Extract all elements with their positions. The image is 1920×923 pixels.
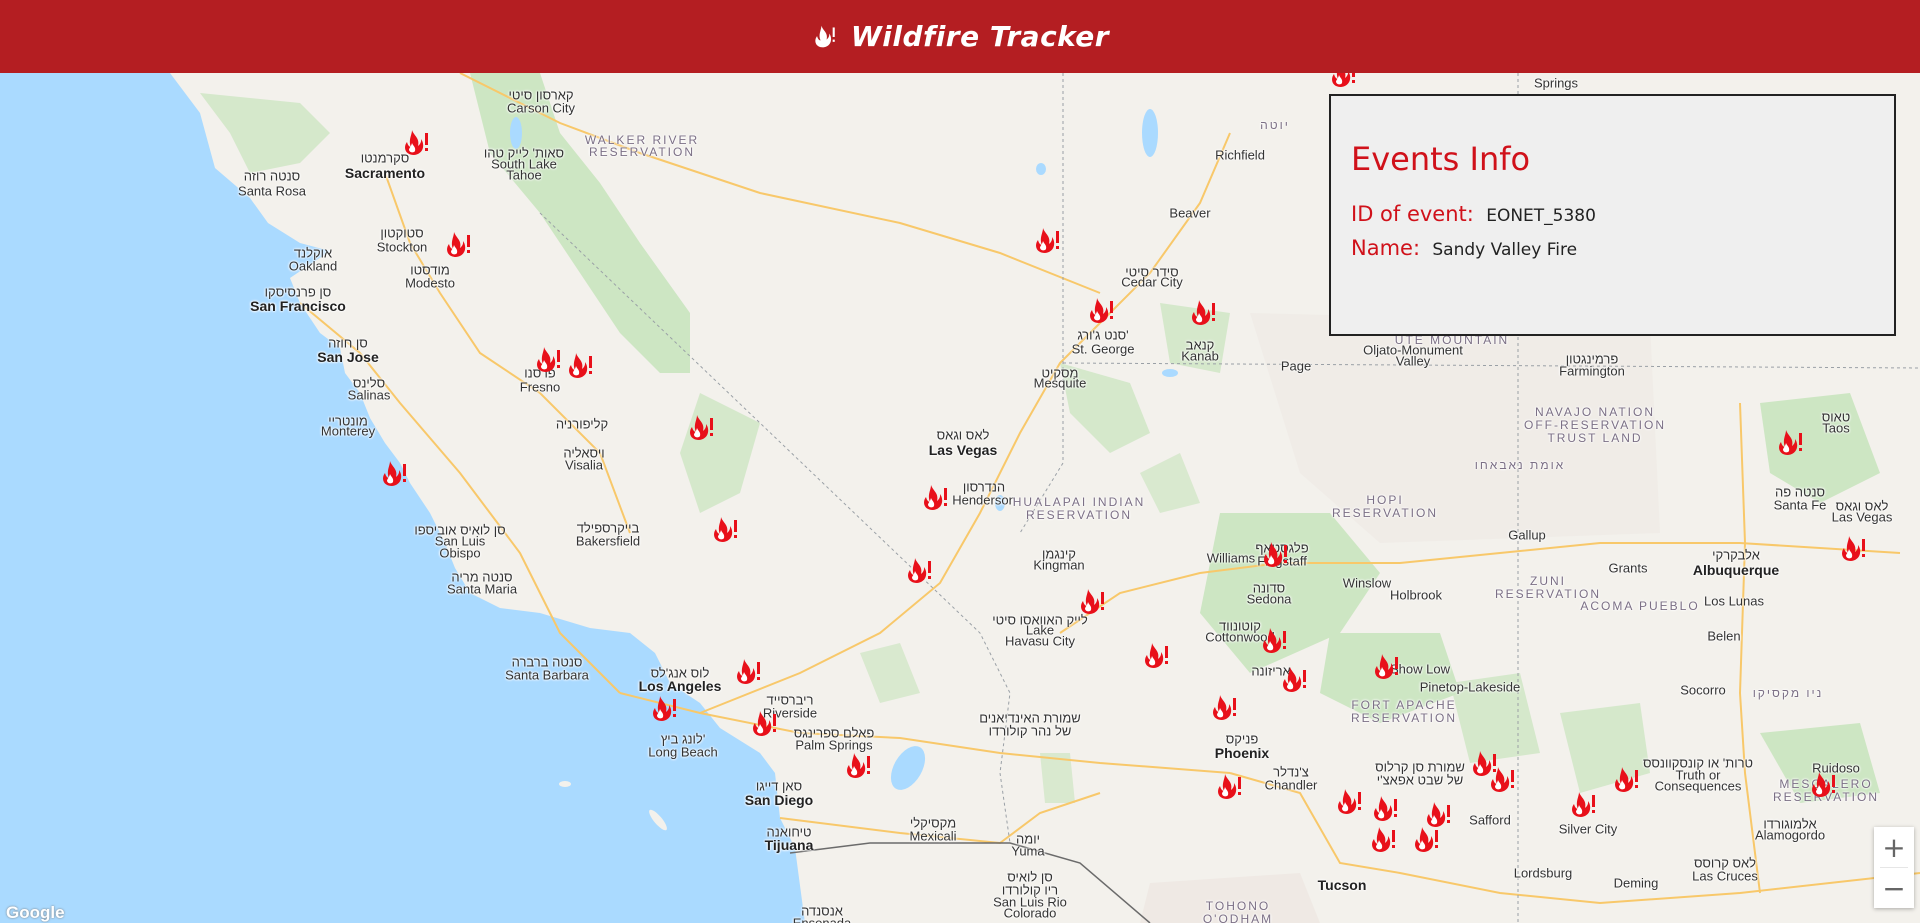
wildfire-marker-icon[interactable]	[920, 482, 950, 512]
wildfire-marker-icon[interactable]	[686, 412, 716, 442]
wildfire-marker-icon[interactable]	[1260, 539, 1290, 569]
wildfire-marker-icon[interactable]	[1411, 824, 1441, 854]
zoom-out-button[interactable]: −	[1874, 868, 1914, 908]
wildfire-marker-icon[interactable]	[733, 656, 763, 686]
wildfire-marker-icon[interactable]	[1838, 533, 1868, 563]
app-title: Wildfire Tracker	[850, 20, 1110, 53]
wildfire-marker-icon[interactable]	[1368, 824, 1398, 854]
wildfire-marker-icon[interactable]	[1214, 771, 1244, 801]
google-attribution[interactable]: Google	[6, 903, 65, 923]
event-name-row: Name: Sandy Valley Fire	[1351, 236, 1874, 260]
wildfire-marker-icon[interactable]	[443, 229, 473, 259]
info-panel-title: Events Info	[1351, 140, 1531, 178]
event-id-value: EONET_5380	[1486, 206, 1596, 226]
wildfire-marker-icon[interactable]	[379, 458, 409, 488]
wildfire-marker-icon[interactable]	[1086, 295, 1116, 325]
wildfire-marker-icon[interactable]	[749, 708, 779, 738]
event-info-panel: Events Info ID of event: EONET_5380 Name…	[1329, 94, 1896, 336]
wildfire-marker-icon[interactable]	[1611, 764, 1641, 794]
wildfire-marker-icon[interactable]	[1370, 793, 1400, 823]
wildfire-marker-icon[interactable]	[565, 350, 595, 380]
wildfire-marker-icon[interactable]	[1077, 586, 1107, 616]
wildfire-marker-icon[interactable]	[1808, 769, 1838, 799]
zoom-in-button[interactable]: +	[1874, 827, 1914, 867]
wildfire-marker-icon[interactable]	[1775, 427, 1805, 457]
wildfire-marker-icon[interactable]	[1141, 640, 1171, 670]
fire-alert-icon	[811, 22, 837, 52]
wildfire-marker-icon[interactable]	[1568, 789, 1598, 819]
wildfire-marker-icon[interactable]	[1279, 664, 1309, 694]
wildfire-marker-icon[interactable]	[1032, 225, 1062, 255]
wildfire-marker-icon[interactable]	[1209, 692, 1239, 722]
wildfire-marker-icon[interactable]	[1328, 73, 1358, 89]
wildfire-marker-icon[interactable]	[1487, 764, 1517, 794]
wildfire-marker-icon[interactable]	[533, 344, 563, 374]
wildfire-marker-icon[interactable]	[1259, 625, 1289, 655]
wildfire-marker-icon[interactable]	[1188, 297, 1218, 327]
event-id-row: ID of event: EONET_5380	[1351, 202, 1874, 226]
event-name-label: Name:	[1351, 236, 1421, 260]
wildfire-marker-icon[interactable]	[1334, 786, 1364, 816]
event-id-label: ID of event:	[1351, 202, 1474, 226]
wildfire-marker-icon[interactable]	[1371, 651, 1401, 681]
zoom-control: + −	[1874, 827, 1914, 908]
wildfire-marker-icon[interactable]	[649, 693, 679, 723]
wildfire-marker-icon[interactable]	[843, 750, 873, 780]
wildfire-marker-icon[interactable]	[401, 127, 431, 157]
wildfire-marker-icon[interactable]	[710, 514, 740, 544]
app-header: Wildfire Tracker	[0, 0, 1920, 73]
wildfire-marker-icon[interactable]	[904, 555, 934, 585]
event-name-value: Sandy Valley Fire	[1432, 240, 1578, 260]
